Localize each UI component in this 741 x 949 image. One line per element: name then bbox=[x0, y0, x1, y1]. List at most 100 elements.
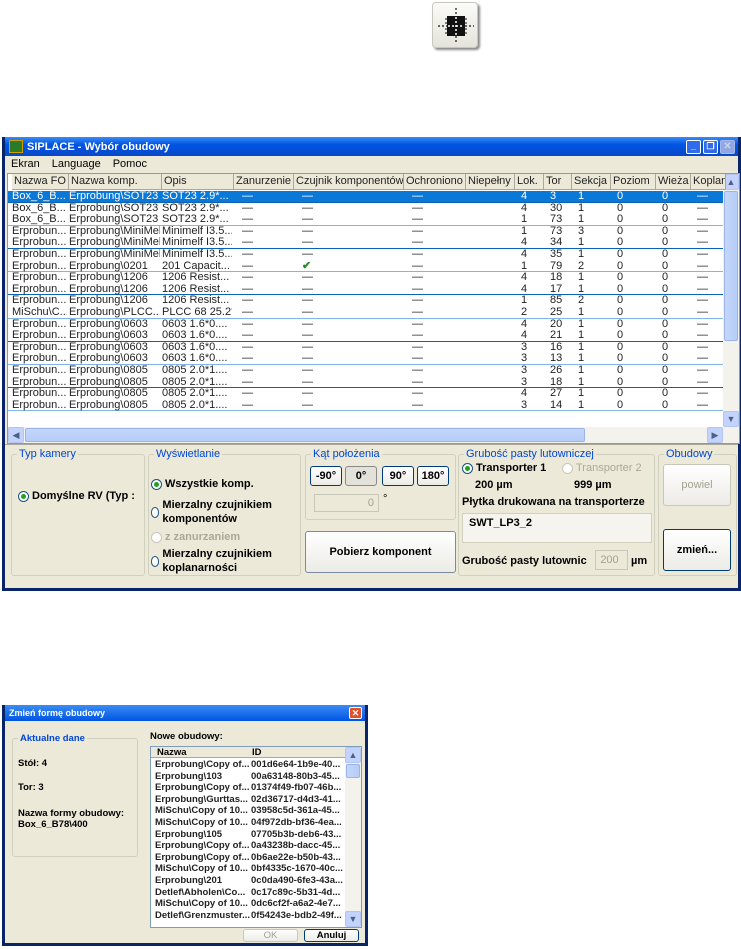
column-header[interactable]: Zanurzenie bbox=[234, 174, 294, 190]
restore-button[interactable]: ❐ bbox=[703, 139, 718, 154]
housing-name[interactable]: Erprobung\103 bbox=[155, 771, 222, 783]
fetch-component-button[interactable]: Pobierz komponent bbox=[305, 531, 456, 573]
scroll-down-button[interactable]: ▼ bbox=[723, 411, 739, 427]
housing-name[interactable]: Erprobung\105 bbox=[155, 829, 222, 841]
housing-name[interactable]: Detlef\Abholen\Co... bbox=[155, 887, 245, 899]
table-cell: 0603 1.6*0.... bbox=[162, 318, 228, 330]
camera-default-radio[interactable]: Domyślne RV (Typ : bbox=[18, 490, 135, 502]
housing-id[interactable]: 0dc6cf2f-a6a2-4e7... bbox=[251, 898, 341, 910]
table-row[interactable]: Box_6_B... Erprobung\SOT23 SOT23 2.9*... — —… bbox=[8, 214, 723, 226]
housing-name[interactable]: MiSchu\Copy of 10... bbox=[155, 898, 248, 910]
housing-name[interactable]: MiSchu\Copy of 10... bbox=[155, 817, 248, 829]
horizontal-scrollbar[interactable]: ◀ ▶ bbox=[8, 427, 739, 443]
housing-name[interactable]: Detlef\Grenzmuster... bbox=[155, 910, 250, 922]
list-scroll-up[interactable]: ▲ bbox=[345, 747, 361, 763]
housing-name[interactable]: Erprobung\201 bbox=[155, 875, 222, 887]
list-scroll-down[interactable]: ▼ bbox=[345, 911, 361, 927]
list-scroll-thumb[interactable] bbox=[346, 764, 360, 778]
housing-id[interactable]: 03958c5d-361a-45... bbox=[251, 805, 340, 817]
table-row[interactable]: Erprobun... Erprobung\0805 0805 2.0*1.... —… bbox=[8, 365, 723, 377]
scroll-right-button[interactable]: ▶ bbox=[707, 427, 723, 443]
housing-id[interactable]: 0a43238b-dacc-45... bbox=[251, 840, 340, 852]
column-header[interactable]: Nazwa komp. bbox=[69, 174, 162, 190]
housing-name[interactable]: MiSchu\Copy of 10... bbox=[155, 805, 248, 817]
dialog-close-button[interactable]: ✕ bbox=[349, 707, 362, 719]
table-row[interactable]: Erprobun... Erprobung\0805 0805 2.0*1.... —… bbox=[8, 400, 723, 412]
table-row[interactable]: Erprobun... Erprobung\0603 0603 1.6*0.... —… bbox=[8, 319, 723, 331]
angle-minus90-button[interactable]: -90° bbox=[310, 466, 342, 486]
table-row[interactable]: Erprobun... Erprobung\MiniMelf Minimelf I3… bbox=[8, 226, 723, 238]
transporter1-radio[interactable]: Transporter 1 bbox=[462, 462, 546, 474]
table-cell: 1 bbox=[578, 341, 585, 353]
housing-name[interactable]: Erprobung\Copy of... bbox=[155, 852, 249, 864]
scroll-thumb[interactable] bbox=[724, 191, 738, 341]
column-header[interactable]: Czujnik komponentów bbox=[294, 174, 404, 190]
table-row[interactable]: Erprobun... Erprobung\1206 1206 Resist... —… bbox=[8, 272, 723, 284]
bottom-panel: Typ kamery Domyślne RV (Typ : Wyświetlan… bbox=[5, 444, 738, 588]
housing-id[interactable]: 04f972db-bf36-4ea... bbox=[251, 817, 342, 829]
housing-id[interactable]: 02d36717-d4d3-41... bbox=[251, 794, 341, 806]
close-button[interactable]: ✕ bbox=[720, 139, 735, 154]
column-header[interactable]: Koplan bbox=[691, 174, 726, 190]
housing-id[interactable]: 01374f49-fb07-46b... bbox=[251, 782, 341, 794]
column-nazwa[interactable]: Nazwa bbox=[157, 747, 187, 758]
housing-id[interactable]: 0b6ae22e-b50b-43... bbox=[251, 852, 341, 864]
table-row[interactable]: Erprobun... Erprobung\MiniMelf Minimelf I3… bbox=[8, 249, 723, 261]
menu-pomoc[interactable]: Pomoc bbox=[113, 158, 147, 170]
table-row[interactable]: Box_6_B... Erprobung\SOT23 SOT23 2.9*... — —… bbox=[8, 191, 723, 203]
display-all-radio[interactable]: Wszystkie komp. bbox=[151, 478, 254, 490]
column-header[interactable]: Tor bbox=[544, 174, 572, 190]
housing-name[interactable]: MiSchu\Copy of 10... bbox=[155, 863, 248, 875]
menu-language[interactable]: Language bbox=[52, 158, 101, 170]
column-header[interactable]: Opis bbox=[162, 174, 234, 190]
table-cell: — bbox=[697, 341, 708, 353]
table-cell: — bbox=[697, 307, 708, 318]
column-header[interactable]: Wieża bbox=[656, 174, 691, 190]
housing-id[interactable]: 07705b3b-deb6-43... bbox=[251, 829, 341, 841]
column-header[interactable]: Lok. bbox=[515, 174, 544, 190]
table-row[interactable]: Erprobun... Erprobung\1206 1206 Resist... —… bbox=[8, 295, 723, 307]
table-cell: — bbox=[242, 376, 253, 388]
vertical-scrollbar[interactable]: ▲ ▼ bbox=[723, 174, 739, 427]
housing-name[interactable]: Erprobung\Copy of... bbox=[155, 782, 249, 794]
table-row[interactable]: Erprobun... Erprobung\0603 0603 1.6*0.... —… bbox=[8, 353, 723, 365]
column-header[interactable]: Ochroniono bbox=[404, 174, 466, 190]
hscroll-thumb[interactable] bbox=[25, 428, 585, 442]
column-header[interactable]: Poziom bbox=[611, 174, 656, 190]
cancel-button[interactable]: Anuluj bbox=[304, 929, 359, 942]
column-id[interactable]: ID bbox=[252, 747, 262, 758]
table-row[interactable]: Erprobun... Erprobung\0603 0603 1.6*0.... —… bbox=[8, 330, 723, 342]
table-row[interactable]: Erprobun... Erprobung\0805 0805 2.0*1.... —… bbox=[8, 388, 723, 400]
housing-id[interactable]: 0c0da490-6fe3-43a... bbox=[251, 875, 343, 887]
minimize-button[interactable]: _ bbox=[686, 139, 701, 154]
change-button[interactable]: zmień... bbox=[663, 529, 731, 571]
column-header[interactable]: Sekcja bbox=[572, 174, 611, 190]
menu-ekran[interactable]: Ekran bbox=[11, 158, 40, 170]
column-header[interactable]: Nazwa FO bbox=[12, 174, 69, 190]
table-row[interactable]: Erprobun... Erprobung\0805 0805 2.0*1.... —… bbox=[8, 377, 723, 389]
table-row[interactable]: MiSchu\C... Erprobung\PLCC... PLCC 68 25.2… bbox=[8, 307, 723, 319]
housing-id[interactable]: 00a63148-80b3-45... bbox=[251, 771, 340, 783]
table-row[interactable]: Erprobun... Erprobung\MiniMelf Minimelf I3… bbox=[8, 237, 723, 249]
angle-90-button[interactable]: 90° bbox=[382, 466, 414, 486]
table-row[interactable]: Erprobun... Erprobung\0603 0603 1.6*0.... —… bbox=[8, 342, 723, 354]
component-center-tool-button[interactable] bbox=[432, 2, 478, 48]
housing-name[interactable]: Erprobung\Gurttas... bbox=[155, 794, 248, 806]
display-sensor-radio[interactable]: Mierzalny czujnikiem komponentów bbox=[151, 498, 296, 526]
angle-0-button[interactable]: 0° bbox=[345, 466, 377, 486]
display-coplanarity-radio[interactable]: Mierzalny czujnikiem koplanarności bbox=[151, 547, 296, 575]
housing-id[interactable]: 001d6e64-1b9e-40... bbox=[251, 759, 340, 771]
angle-180-button[interactable]: 180° bbox=[417, 466, 449, 486]
list-vertical-scrollbar[interactable]: ▲ ▼ bbox=[345, 747, 361, 927]
column-header[interactable]: Niepełny bbox=[466, 174, 515, 190]
housing-name[interactable]: Erprobung\Copy of... bbox=[155, 840, 249, 852]
housing-id[interactable]: 0c17c89c-5b31-4d... bbox=[251, 887, 340, 899]
housing-id[interactable]: 0bf4335c-1670-40c... bbox=[251, 863, 343, 875]
housing-id[interactable]: 0f54243e-bdb2-49f... bbox=[251, 910, 342, 922]
housing-name[interactable]: Erprobung\Copy of... bbox=[155, 759, 249, 771]
table-row[interactable]: Box_6_B... Erprobung\SOT23 SOT23 2.9*... — —… bbox=[8, 203, 723, 215]
table-row[interactable]: Erprobun... Erprobung\0201 201 Capacit... —… bbox=[8, 261, 723, 273]
scroll-left-button[interactable]: ◀ bbox=[8, 427, 24, 443]
table-cell: 79 bbox=[550, 260, 563, 272]
table-row[interactable]: Erprobun... Erprobung\1206 1206 Resist... —… bbox=[8, 284, 723, 296]
